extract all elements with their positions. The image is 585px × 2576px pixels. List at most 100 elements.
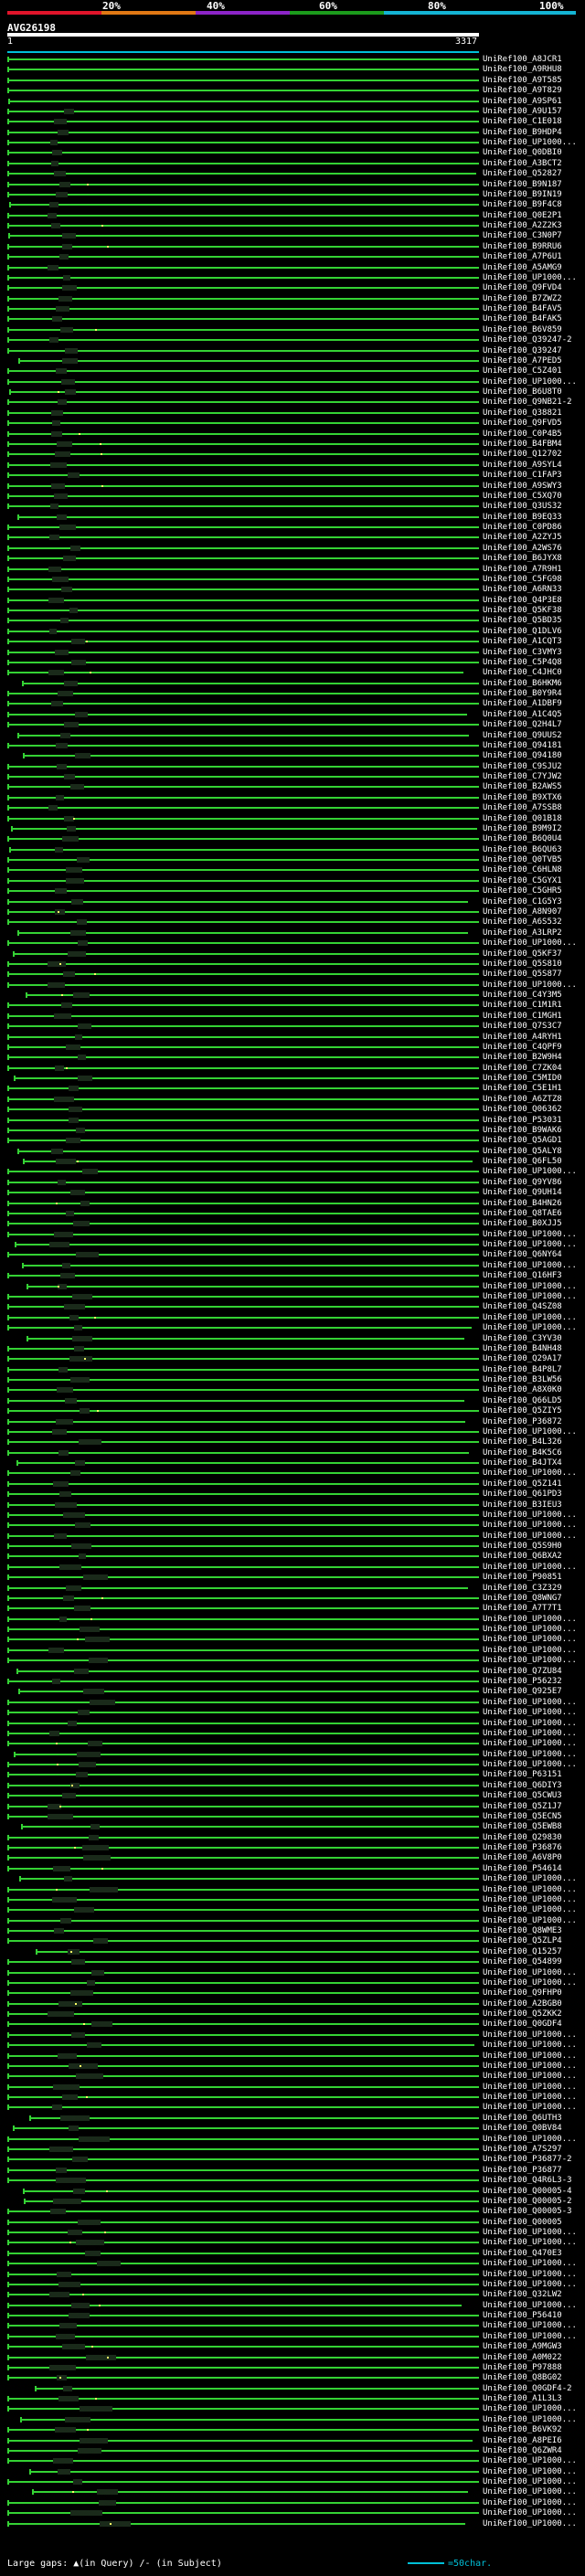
hit-row[interactable]: UniRef100_B6Q0U4 (0, 834, 585, 843)
hit-row[interactable]: UniRef100_A3LRP2 (0, 928, 585, 938)
hit-row[interactable]: UniRef100_Q29830 (0, 1833, 585, 1842)
hit-row[interactable]: UniRef100_UP1000... (0, 273, 585, 282)
hit-label[interactable]: UniRef100_C1FAP3 (483, 471, 562, 480)
hit-label[interactable]: UniRef100_C4Y3M5 (483, 991, 562, 1000)
hit-row[interactable]: UniRef100_B0Y9R4 (0, 689, 585, 698)
hit-row[interactable]: UniRef100_UP1000... (0, 1750, 585, 1759)
hit-label[interactable]: UniRef100_Q52827 (483, 169, 562, 178)
hit-label[interactable]: UniRef100_Q15257 (483, 1947, 562, 1956)
hit-label[interactable]: UniRef100_UP1000... (483, 138, 577, 147)
hit-row[interactable]: UniRef100_C5GYX1 (0, 876, 585, 885)
hit-row[interactable]: UniRef100_Q06362 (0, 1105, 585, 1114)
hit-row[interactable]: UniRef100_Q6ZWR4 (0, 2446, 585, 2455)
hit-row[interactable]: UniRef100_Q9UH14 (0, 1188, 585, 1197)
hit-label[interactable]: UniRef100_UP1000... (483, 1656, 577, 1665)
hit-row[interactable]: UniRef100_Q6UTH3 (0, 2114, 585, 2123)
hit-row[interactable]: UniRef100_UP1000... (0, 1646, 585, 1655)
hit-label[interactable]: UniRef100_Q00005-2 (483, 2197, 572, 2206)
hit-row[interactable]: UniRef100_Q9NB21-2 (0, 398, 585, 407)
hit-row[interactable]: UniRef100_P36877-2 (0, 2155, 585, 2164)
hit-label[interactable]: UniRef100_C1E018 (483, 117, 562, 126)
hit-label[interactable]: UniRef100_UP1000... (483, 1885, 577, 1894)
hit-label[interactable]: UniRef100_B9N187 (483, 180, 562, 189)
hit-label[interactable]: UniRef100_UP1000... (483, 1167, 577, 1176)
hit-row[interactable]: UniRef100_C3N0P7 (0, 231, 585, 240)
hit-row[interactable]: UniRef100_Q4R6L3-3 (0, 2176, 585, 2185)
hit-label[interactable]: UniRef100_B4L326 (483, 1437, 562, 1447)
hit-row[interactable]: UniRef100_Q9FVD4 (0, 283, 585, 292)
hit-row[interactable]: UniRef100_B9HDP4 (0, 128, 585, 137)
hit-label[interactable]: UniRef100_B4HN26 (483, 1199, 562, 1208)
hit-label[interactable]: UniRef100_Q0E2P1 (483, 211, 562, 220)
hit-row[interactable]: UniRef100_A9RHU8 (0, 65, 585, 74)
hit-label[interactable]: UniRef100_UP1000... (483, 1240, 577, 1249)
hit-row[interactable]: UniRef100_Q32LW2 (0, 2290, 585, 2299)
hit-label[interactable]: UniRef100_Q39247-2 (483, 335, 572, 345)
hit-label[interactable]: UniRef100_C9SJU2 (483, 762, 562, 771)
hit-row[interactable]: UniRef100_Q5AGD1 (0, 1136, 585, 1145)
hit-row[interactable]: UniRef100_C5GHR5 (0, 886, 585, 896)
hit-label[interactable]: UniRef100_P56410 (483, 2311, 562, 2320)
hit-row[interactable]: UniRef100_B6HKM6 (0, 679, 585, 688)
hit-label[interactable]: UniRef100_UP1000... (483, 1916, 577, 1925)
hit-label[interactable]: UniRef100_C5FG98 (483, 575, 562, 584)
hit-row[interactable]: UniRef100_A1C4Q5 (0, 710, 585, 719)
hit-label[interactable]: UniRef100_Q5ZLP4 (483, 1936, 562, 1945)
hit-label[interactable]: UniRef100_B9XTX6 (483, 793, 562, 802)
hit-label[interactable]: UniRef100_Q9YV86 (483, 1178, 562, 1187)
hit-row[interactable]: UniRef100_UP1000... (0, 1282, 585, 1291)
hit-label[interactable]: UniRef100_C1G5Y3 (483, 897, 562, 906)
hit-row[interactable]: UniRef100_Q8TAE6 (0, 1209, 585, 1218)
hit-label[interactable]: UniRef100_Q00005 (483, 2218, 562, 2227)
hit-label[interactable]: UniRef100_UP1000... (483, 2051, 577, 2061)
hit-row[interactable]: UniRef100_C1MGH1 (0, 1012, 585, 1021)
hit-label[interactable]: UniRef100_Q6NY64 (483, 1250, 562, 1259)
hit-label[interactable]: UniRef100_B2AWS5 (483, 782, 562, 791)
hit-row[interactable]: UniRef100_UP1000... (0, 2301, 585, 2310)
hit-row[interactable]: UniRef100_Q8BG02 (0, 2373, 585, 2382)
hit-label[interactable]: UniRef100_C0P4B5 (483, 429, 562, 439)
hit-label[interactable]: UniRef100_A2Z2K3 (483, 221, 562, 230)
hit-row[interactable]: UniRef100_A7S297 (0, 2145, 585, 2154)
hit-row[interactable]: UniRef100_UP1000... (0, 1874, 585, 1883)
hit-label[interactable]: UniRef100_A7SSB8 (483, 803, 562, 812)
hit-label[interactable]: UniRef100_UP1000... (483, 2477, 577, 2486)
hit-label[interactable]: UniRef100_UP1000... (483, 1313, 577, 1322)
hit-row[interactable]: UniRef100_UP1000... (0, 1292, 585, 1301)
hit-row[interactable]: UniRef100_Q6FL50 (0, 1157, 585, 1166)
hit-label[interactable]: UniRef100_UP1000... (483, 1563, 577, 1572)
hit-row[interactable]: UniRef100_Q29A17 (0, 1354, 585, 1363)
hit-label[interactable]: UniRef100_UP1000... (483, 1719, 577, 1728)
hit-row[interactable]: UniRef100_Q4P3E8 (0, 596, 585, 605)
hit-row[interactable]: UniRef100_A8JCR1 (0, 55, 585, 64)
hit-row[interactable]: UniRef100_UP1000... (0, 1240, 585, 1249)
hit-label[interactable]: UniRef100_C3YV30 (483, 1334, 562, 1343)
hit-row[interactable]: UniRef100_UP1000... (0, 2259, 585, 2268)
hit-row[interactable]: UniRef100_A7PED5 (0, 356, 585, 366)
hit-label[interactable]: UniRef100_Q9FVD4 (483, 283, 562, 292)
hit-row[interactable]: UniRef100_A3BCT2 (0, 159, 585, 168)
hit-row[interactable]: UniRef100_Q01B18 (0, 814, 585, 823)
hit-label[interactable]: UniRef100_P36872 (483, 1417, 562, 1426)
hit-row[interactable]: UniRef100_B9IN19 (0, 190, 585, 199)
hit-row[interactable]: UniRef100_A1L3L3 (0, 2394, 585, 2403)
hit-label[interactable]: UniRef100_Q925E7 (483, 1687, 562, 1696)
hit-row[interactable]: UniRef100_Q0DBI0 (0, 148, 585, 157)
hit-row[interactable]: UniRef100_P90851 (0, 1573, 585, 1582)
hit-row[interactable]: UniRef100_B2W9H4 (0, 1053, 585, 1062)
hit-row[interactable]: UniRef100_Q0TVB5 (0, 855, 585, 864)
hit-row[interactable]: UniRef100_UP1000... (0, 2103, 585, 2112)
hit-row[interactable]: UniRef100_C0PD86 (0, 523, 585, 532)
hit-label[interactable]: UniRef100_Q29A17 (483, 1354, 562, 1363)
hit-label[interactable]: UniRef100_Q5Z1J7 (483, 1802, 562, 1811)
hit-row[interactable]: UniRef100_Q00005-4 (0, 2187, 585, 2196)
hit-row[interactable]: UniRef100_A9SYL4 (0, 461, 585, 470)
hit-label[interactable]: UniRef100_P54614 (483, 1864, 562, 1873)
hit-row[interactable]: UniRef100_Q5Z141 (0, 1479, 585, 1489)
hit-row[interactable]: UniRef100_Q94181 (0, 741, 585, 750)
hit-label[interactable]: UniRef100_UP1000... (483, 1468, 577, 1478)
hit-label[interactable]: UniRef100_Q1DLV6 (483, 627, 562, 636)
hit-label[interactable]: UniRef100_P56232 (483, 1677, 562, 1686)
hit-label[interactable]: UniRef100_UP1000... (483, 1521, 577, 1530)
hit-label[interactable]: UniRef100_UP1000... (483, 2062, 577, 2071)
